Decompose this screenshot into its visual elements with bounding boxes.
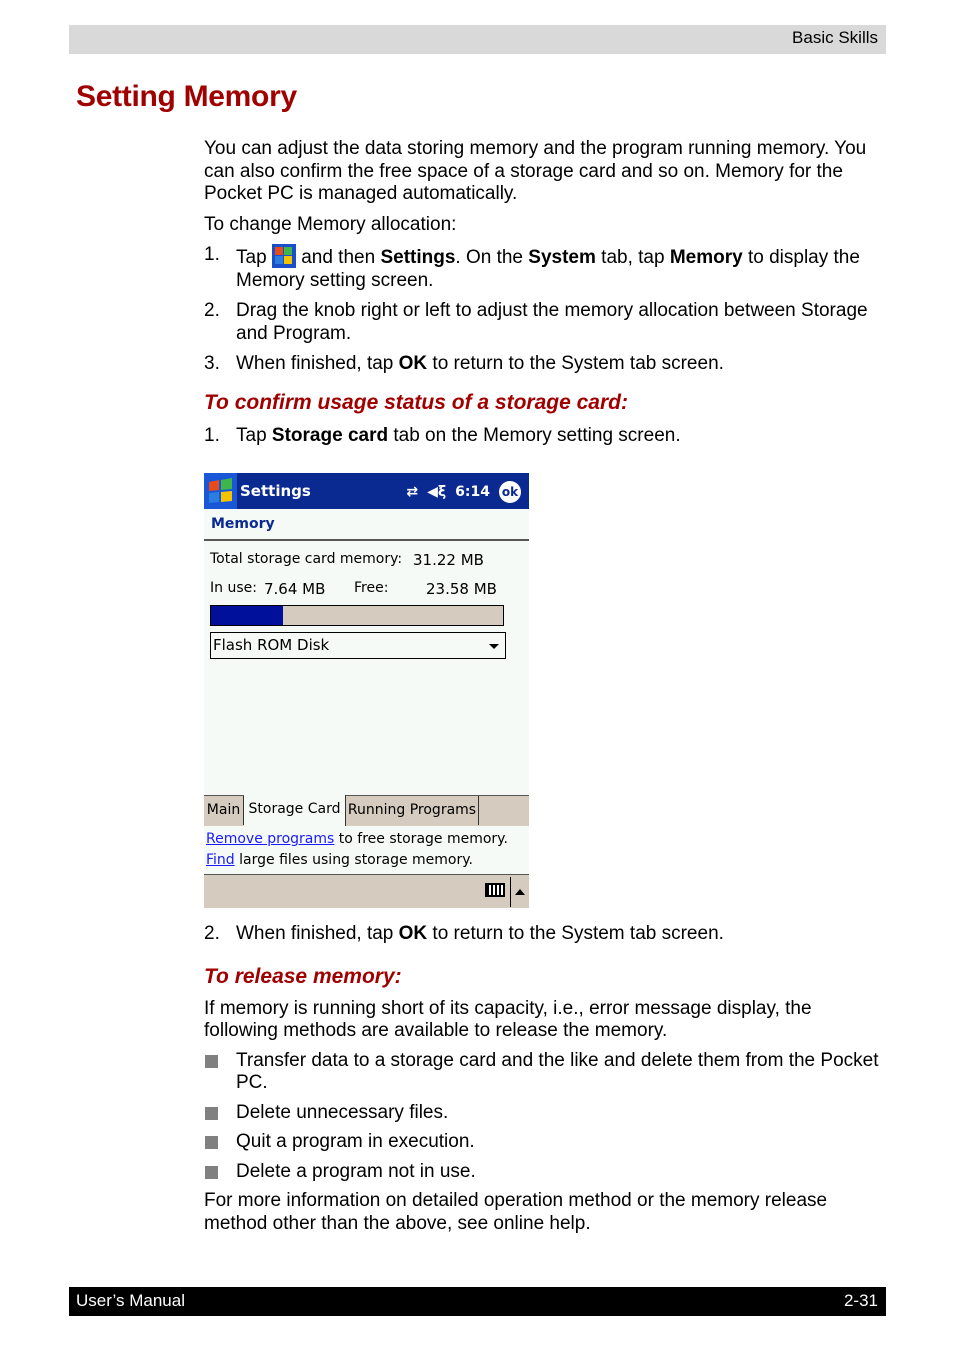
bold-term: Settings bbox=[380, 247, 456, 268]
dropdown-arrow-icon[interactable] bbox=[489, 644, 499, 649]
step-text: Tap bbox=[236, 247, 272, 268]
section-heading: To release memory: bbox=[204, 965, 402, 988]
bullet-square-icon bbox=[205, 1136, 218, 1149]
release-section: To release memory: If memory is running … bbox=[204, 965, 884, 1235]
storage-select-value: Flash ROM Disk bbox=[213, 636, 330, 654]
device-app-title: Settings bbox=[240, 482, 311, 500]
confirm-step-1: 1. Tap Storage card tab on the Memory se… bbox=[204, 425, 884, 448]
find-link[interactable]: Find bbox=[206, 852, 235, 868]
storage-select[interactable]: Flash ROM Disk bbox=[210, 632, 506, 659]
closing-paragraph: For more information on detailed operati… bbox=[204, 1190, 828, 1234]
device-tabs: Main Storage Card Running Programs bbox=[204, 795, 529, 826]
remove-programs-link[interactable]: Remove programs bbox=[206, 831, 334, 847]
page-title: Setting Memory bbox=[76, 80, 297, 113]
divider bbox=[204, 539, 529, 541]
bold-term: OK bbox=[398, 353, 428, 374]
bullet-text: Quit a program in execution. bbox=[236, 1131, 475, 1152]
running-footer: User’s Manual 2-31 bbox=[69, 1287, 886, 1316]
in-use-label: In use: bbox=[210, 580, 257, 596]
remove-programs-row: Remove programs to free storage memory. bbox=[206, 831, 508, 847]
free-value: 23.58 MB bbox=[426, 580, 497, 598]
bold-term: Memory bbox=[669, 247, 743, 268]
device-screenshot: Settings ⇄ ◀ξ 6:14 ok Memory Total stora… bbox=[204, 473, 529, 908]
link-desc: to free storage memory. bbox=[334, 831, 508, 847]
step-text: to return to the System tab screen. bbox=[427, 353, 724, 374]
sync-icon[interactable]: ⇄ bbox=[406, 484, 418, 500]
total-label: Total storage card memory: bbox=[210, 551, 403, 567]
step-1: 1. Tap and then Settings. On the System … bbox=[204, 244, 884, 292]
intro-block: You can adjust the data storing memory a… bbox=[204, 138, 884, 376]
bullet-item: Delete a program not in use. bbox=[204, 1161, 884, 1184]
confirm-step-2: 2. When finished, tap OK to return to th… bbox=[204, 923, 884, 946]
bullet-item: Transfer data to a storage card and the … bbox=[204, 1050, 884, 1095]
separator bbox=[510, 877, 511, 907]
windows-start-icon bbox=[271, 244, 296, 268]
change-alloc-lead: To change Memory allocation: bbox=[204, 213, 457, 235]
step-number: 1. bbox=[204, 424, 220, 446]
find-row: Find large files using storage memory. bbox=[206, 852, 473, 868]
bullet-square-icon bbox=[205, 1165, 218, 1179]
input-menu-arrow-icon[interactable] bbox=[515, 889, 525, 895]
tab-main[interactable]: Main bbox=[204, 796, 244, 825]
bullet-text: Delete unnecessary files. bbox=[236, 1101, 449, 1123]
release-intro: If memory is running short of its capaci… bbox=[204, 997, 812, 1042]
tab-storage-card[interactable]: Storage Card bbox=[244, 795, 346, 826]
free-label: Free: bbox=[354, 580, 389, 596]
step-number: 2. bbox=[204, 300, 220, 321]
bullet-item: Delete unnecessary files. bbox=[204, 1102, 884, 1125]
step-text: When finished, tap bbox=[236, 353, 399, 374]
bullet-text: Transfer data to a storage card and the … bbox=[236, 1049, 879, 1094]
bullet-text: Delete a program not in use. bbox=[236, 1160, 476, 1182]
step-text: and then bbox=[295, 247, 381, 268]
step-text: tab on the Memory setting screen. bbox=[388, 424, 681, 446]
keyboard-icon[interactable] bbox=[485, 883, 505, 897]
device-titlebar: Settings ⇄ ◀ξ 6:14 ok bbox=[204, 473, 529, 509]
bullet-square-icon bbox=[205, 1054, 218, 1068]
volume-icon[interactable]: ◀ξ bbox=[427, 484, 446, 500]
step-number: 1. bbox=[204, 244, 220, 265]
link-desc: large files using storage memory. bbox=[234, 852, 473, 868]
device-heading: Memory bbox=[211, 516, 275, 532]
section-heading: To confirm usage status of a storage car… bbox=[204, 391, 628, 414]
step-2: 2. Drag the knob right or left to adjust… bbox=[204, 300, 884, 345]
step-text: Tap bbox=[236, 424, 272, 446]
step-number: 2. bbox=[204, 923, 220, 944]
manual-label: User’s Manual bbox=[76, 1291, 185, 1310]
step-3: 3. When finished, tap OK to return to th… bbox=[204, 353, 884, 376]
step-text: tab, tap bbox=[595, 247, 670, 268]
bullet-item: Quit a program in execution. bbox=[204, 1131, 884, 1154]
tab-running-programs[interactable]: Running Programs bbox=[346, 796, 479, 825]
status-area: ⇄ ◀ξ 6:14 ok bbox=[406, 481, 521, 503]
windows-start-icon[interactable] bbox=[204, 473, 237, 509]
ok-button[interactable]: ok bbox=[499, 481, 521, 503]
bullet-square-icon bbox=[205, 1106, 218, 1120]
confirm-section: To confirm usage status of a storage car… bbox=[204, 391, 884, 448]
in-use-value: 7.64 MB bbox=[264, 580, 326, 598]
section-label: Basic Skills bbox=[792, 28, 878, 47]
clock[interactable]: 6:14 bbox=[455, 484, 490, 500]
bold-term: System bbox=[528, 247, 596, 268]
usage-bar bbox=[210, 605, 504, 626]
page-number: 2-31 bbox=[843, 1291, 878, 1310]
running-header: Basic Skills bbox=[69, 25, 886, 54]
step-text: . On the bbox=[455, 247, 529, 268]
step-text: When finished, tap bbox=[236, 923, 399, 944]
step-text: to return to the System tab screen. bbox=[427, 923, 724, 944]
usage-bar-fill bbox=[211, 606, 283, 625]
bold-term: Storage card bbox=[271, 424, 389, 446]
step-text: Drag the knob right or left to adjust th… bbox=[236, 300, 868, 344]
step-number: 3. bbox=[204, 353, 220, 374]
total-value: 31.22 MB bbox=[413, 551, 484, 569]
intro-paragraph: You can adjust the data storing memory a… bbox=[204, 138, 867, 204]
bold-term: OK bbox=[398, 923, 428, 944]
confirm-step-2-block: 2. When finished, tap OK to return to th… bbox=[204, 923, 884, 946]
device-command-bar bbox=[204, 874, 529, 908]
